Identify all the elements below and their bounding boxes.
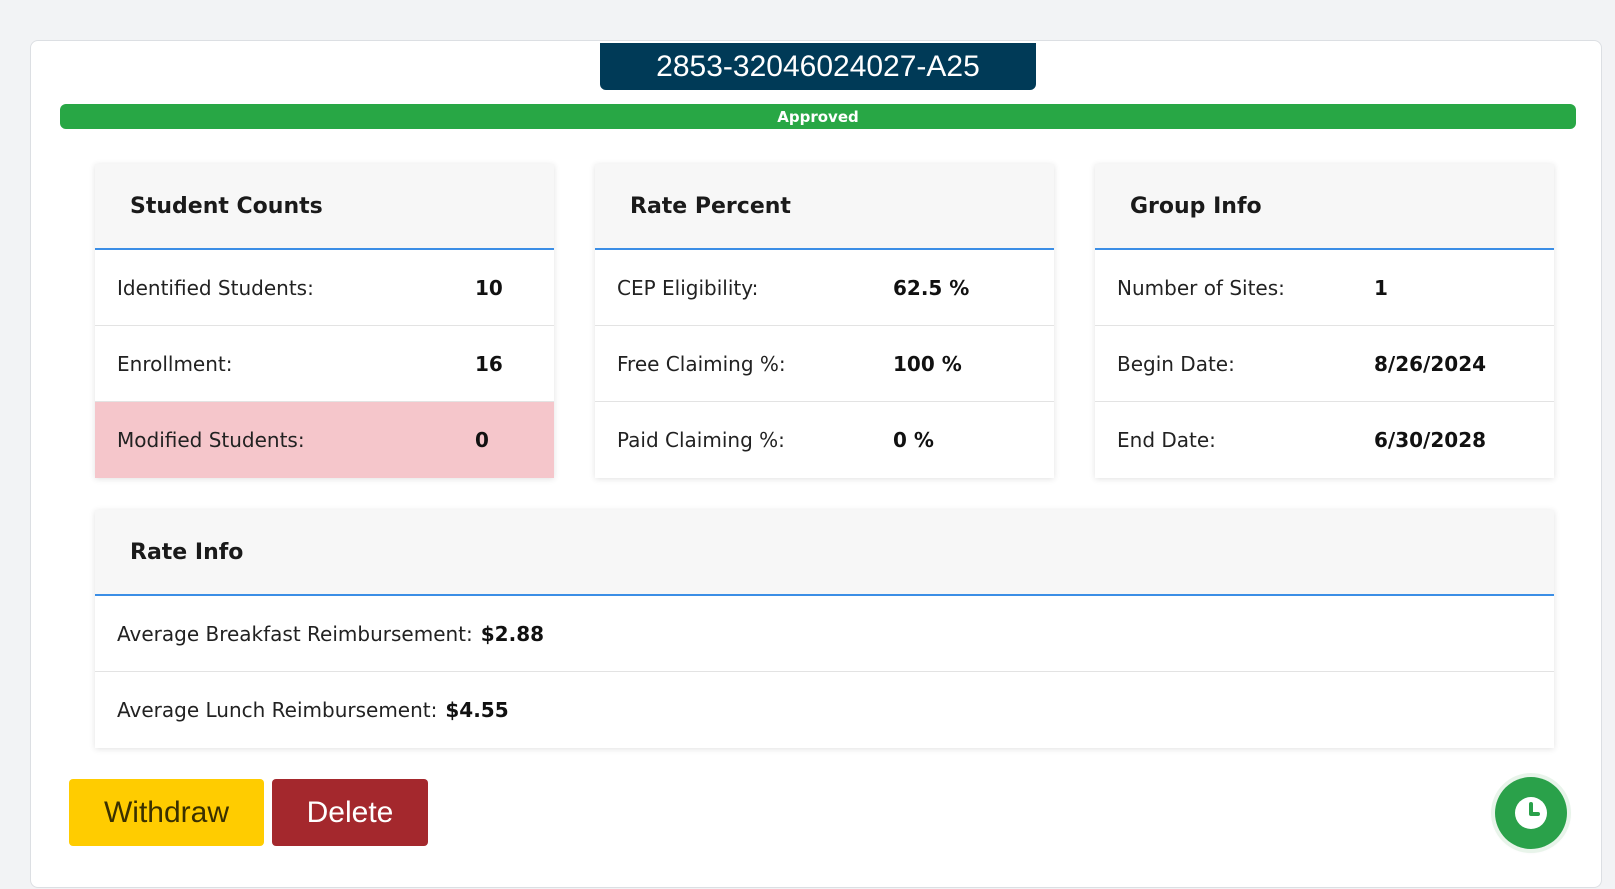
student-counts-card: Student Counts Identified Students: 10 E…: [95, 164, 554, 478]
cep-eligibility-label: CEP Eligibility:: [617, 275, 759, 300]
end-date-row: End Date: 6/30/2028: [1095, 402, 1554, 478]
paid-claiming-row: Paid Claiming %: 0 %: [595, 402, 1054, 478]
end-date-value: 6/30/2028: [1374, 428, 1487, 452]
number-of-sites-label: Number of Sites:: [1117, 275, 1285, 300]
rate-percent-header: Rate Percent: [595, 164, 1054, 250]
breakfast-reimbursement-value: $2.88: [480, 621, 545, 646]
lunch-reimbursement-label: Average Lunch Reimbursement:: [117, 698, 438, 722]
cep-eligibility-row: CEP Eligibility: 62.5 %: [595, 250, 1054, 326]
breakfast-reimbursement-label: Average Breakfast Reimbursement:: [117, 621, 473, 646]
free-claiming-label: Free Claiming %:: [617, 351, 786, 376]
lunch-reimbursement-value: $4.55: [445, 698, 509, 722]
paid-claiming-label: Paid Claiming %:: [617, 428, 785, 452]
begin-date-value: 8/26/2024: [1374, 351, 1487, 376]
group-info-header: Group Info: [1095, 164, 1554, 250]
breakfast-reimbursement-row: Average Breakfast Reimbursement: $2.88: [95, 596, 1554, 672]
paid-claiming-value: 0 %: [893, 428, 934, 452]
number-of-sites-value: 1: [1374, 275, 1388, 300]
identified-students-label: Identified Students:: [117, 275, 314, 300]
withdraw-button[interactable]: Withdraw: [69, 779, 264, 846]
modified-students-label: Modified Students:: [117, 428, 305, 452]
begin-date-row: Begin Date: 8/26/2024: [1095, 326, 1554, 402]
modified-students-row: Modified Students: 0: [95, 402, 554, 478]
status-label: Approved: [777, 107, 859, 126]
history-button[interactable]: [1495, 777, 1567, 849]
cep-eligibility-value: 62.5 %: [893, 275, 970, 300]
student-counts-header: Student Counts: [95, 164, 554, 250]
identified-students-row: Identified Students: 10: [95, 250, 554, 326]
modified-students-value: 0: [475, 428, 489, 452]
clock-icon: [1515, 797, 1547, 829]
application-id: 2853-32046024027-A25: [656, 49, 980, 83]
enrollment-label: Enrollment:: [117, 351, 233, 376]
free-claiming-value: 100 %: [893, 351, 962, 376]
application-id-tab: 2853-32046024027-A25: [600, 43, 1036, 90]
rate-info-card: Rate Info Average Breakfast Reimbursemen…: [95, 510, 1554, 748]
free-claiming-row: Free Claiming %: 100 %: [595, 326, 1054, 402]
begin-date-label: Begin Date:: [1117, 351, 1235, 376]
lunch-reimbursement-row: Average Lunch Reimbursement: $4.55: [95, 672, 1554, 748]
status-progress-bar: Approved: [60, 104, 1576, 129]
end-date-label: End Date:: [1117, 428, 1216, 452]
enrollment-row: Enrollment: 16: [95, 326, 554, 402]
delete-button[interactable]: Delete: [272, 779, 428, 846]
number-of-sites-row: Number of Sites: 1: [1095, 250, 1554, 326]
rate-percent-card: Rate Percent CEP Eligibility: 62.5 % Fre…: [595, 164, 1054, 478]
identified-students-value: 10: [475, 275, 503, 300]
rate-info-header: Rate Info: [95, 510, 1554, 596]
group-info-card: Group Info Number of Sites: 1 Begin Date…: [1095, 164, 1554, 478]
enrollment-value: 16: [475, 351, 503, 376]
